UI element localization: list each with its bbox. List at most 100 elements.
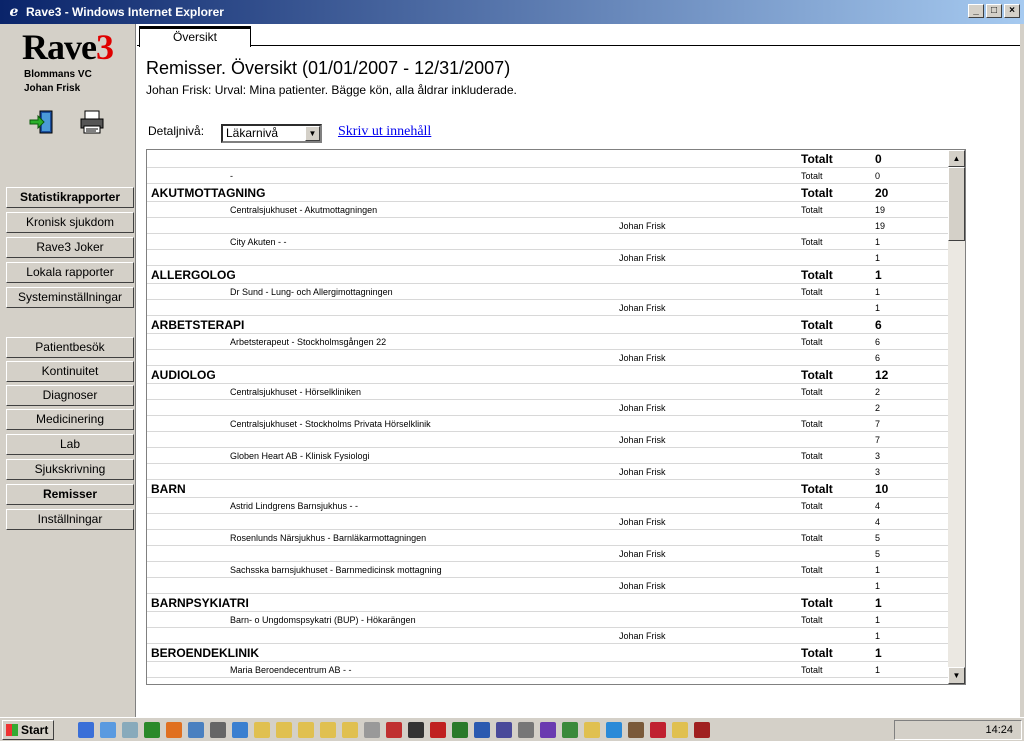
tab-oversikt[interactable]: Översikt (139, 26, 251, 47)
total-label: Totalt (801, 419, 823, 429)
doctor-name: Johan Frisk (619, 303, 666, 313)
category-total: 1 (875, 268, 882, 282)
quick-launch-icon[interactable] (562, 722, 578, 738)
print-content-link[interactable]: Skriv ut innehåll (338, 124, 431, 140)
quick-launch-icon[interactable] (584, 722, 600, 738)
nav-statistikrapporter[interactable]: Statistikrapporter (6, 187, 134, 208)
quick-launch-icon[interactable] (276, 722, 292, 738)
quick-launch-icon[interactable] (628, 722, 644, 738)
scroll-up-icon[interactable]: ▲ (948, 150, 965, 167)
doctor-count: 2 (875, 403, 881, 413)
nav-installningar[interactable]: Inställningar (6, 509, 134, 530)
close-button[interactable]: × (1004, 4, 1020, 18)
doctor-row: Johan Frisk 1 (147, 578, 949, 594)
nav-remisser[interactable]: Remisser (6, 484, 134, 505)
nav-lab[interactable]: Lab (6, 434, 134, 455)
nav-kontinuitet[interactable]: Kontinuitet (6, 361, 134, 382)
quick-launch-icon[interactable] (144, 722, 160, 738)
doctor-count: 1 (875, 581, 881, 591)
category-name: ARBETSTERAPI (151, 318, 245, 332)
quick-launch-icon[interactable] (100, 722, 116, 738)
total-label: Totalt (801, 451, 823, 461)
clinic-total: 1 (875, 287, 881, 297)
nav-rave3-joker[interactable]: Rave3 Joker (6, 237, 134, 258)
quick-launch-icon[interactable] (540, 722, 556, 738)
total-label: Totalt (801, 596, 833, 610)
category-total: 12 (875, 368, 889, 382)
nav-diagnoser[interactable]: Diagnoser (6, 385, 134, 406)
quick-launch-icon[interactable] (650, 722, 666, 738)
total-label: Totalt (801, 533, 823, 543)
quick-launch-icon[interactable] (210, 722, 226, 738)
quick-launch-icon[interactable] (694, 722, 710, 738)
doctor-count: 3 (875, 467, 881, 477)
quick-launch-icon[interactable] (298, 722, 314, 738)
clinic-total: 19 (875, 205, 886, 215)
nav-medicinering[interactable]: Medicinering (6, 409, 134, 430)
doctor-row: Johan Frisk 7 (147, 432, 949, 448)
chevron-down-icon[interactable]: ▼ (305, 126, 320, 141)
logout-door-icon[interactable] (28, 108, 56, 136)
category-row: ALLERGOLOG Totalt 1 (147, 266, 949, 284)
vertical-scrollbar[interactable]: ▲ ▼ (948, 150, 965, 684)
category-row: BARN Totalt 10 (147, 480, 949, 498)
total-label: Totalt (801, 646, 833, 660)
detail-level-value: Läkarnivå (226, 126, 279, 140)
quick-launch-icon[interactable] (518, 722, 534, 738)
total-label: Totalt (801, 387, 823, 397)
clinic-name: - (230, 171, 233, 181)
doctor-count: 1 (875, 253, 881, 263)
quick-launch-icon[interactable] (78, 722, 94, 738)
quick-launch-icon[interactable] (606, 722, 622, 738)
detail-level-select[interactable]: Läkarnivå ▼ (221, 124, 322, 143)
quick-launch-icon[interactable] (188, 722, 204, 738)
quick-launch-icon[interactable] (232, 722, 248, 738)
clinic-row: Dr Sund - Lung- och Allergimottagningen T… (147, 284, 949, 300)
doctor-count: 6 (875, 353, 881, 363)
quick-launch-icon[interactable] (474, 722, 490, 738)
total-label: Totalt (801, 368, 833, 382)
category-name: BARN (151, 482, 186, 496)
doctor-name: Johan Frisk (619, 549, 666, 559)
quick-launch-icon[interactable] (452, 722, 468, 738)
nav-kronisk-sjukdom[interactable]: Kronisk sjukdom (6, 212, 134, 233)
total-label: Totalt (801, 268, 833, 282)
clinic-total: 6 (875, 337, 881, 347)
quick-launch-icon[interactable] (430, 722, 446, 738)
nav-lokala-rapporter[interactable]: Lokala rapporter (6, 262, 134, 283)
quick-launch-icon[interactable] (408, 722, 424, 738)
taskbar: Start 14:24 (0, 717, 1024, 741)
clinic-row: Arbetsterapeut - Stockholmsgången 22 Tota… (147, 334, 949, 350)
category-total: 1 (875, 646, 882, 660)
clinic-row: Centralsjukhuset - Akutmottagningen Total… (147, 202, 949, 218)
nav-systeminstallningar[interactable]: Systeminställningar (6, 287, 134, 308)
quick-launch-icon[interactable] (254, 722, 270, 738)
category-row: AUDIOLOG Totalt 12 (147, 366, 949, 384)
doctor-row: Johan Frisk 6 (147, 350, 949, 366)
quick-launch-icon[interactable] (364, 722, 380, 738)
quick-launch-icon[interactable] (122, 722, 138, 738)
quick-launch-icon[interactable] (166, 722, 182, 738)
internet-explorer-icon: e (9, 4, 19, 20)
scroll-thumb[interactable] (948, 167, 965, 241)
nav-patientbesok[interactable]: Patientbesök (6, 337, 134, 358)
quick-launch-icon[interactable] (320, 722, 336, 738)
quick-launch-icon[interactable] (386, 722, 402, 738)
minimize-button[interactable]: _ (968, 4, 984, 18)
clinic-total: 3 (875, 451, 881, 461)
clinic-total: 2 (875, 387, 881, 397)
quick-launch-icon[interactable] (342, 722, 358, 738)
start-button[interactable]: Start (2, 720, 54, 740)
printer-icon[interactable] (78, 108, 106, 136)
clinic-row: - Totalt 0 (147, 168, 949, 184)
referral-table: Totalt 0 - Totalt 0 AKUTMOTTAGNING Totalt 20 Cen… (146, 149, 966, 685)
maximize-button[interactable]: □ (986, 4, 1002, 18)
doctor-name: Johan Frisk (619, 517, 666, 527)
scroll-down-icon[interactable]: ▼ (948, 667, 965, 684)
category-total: 1 (875, 596, 882, 610)
nav-sjukskrivning[interactable]: Sjukskrivning (6, 459, 134, 480)
quick-launch-icon[interactable] (496, 722, 512, 738)
category-name: BEROENDEKLINIK (151, 646, 260, 660)
quick-launch-icon[interactable] (672, 722, 688, 738)
clinic-name: Centralsjukhuset - Akutmottagningen (230, 205, 378, 215)
